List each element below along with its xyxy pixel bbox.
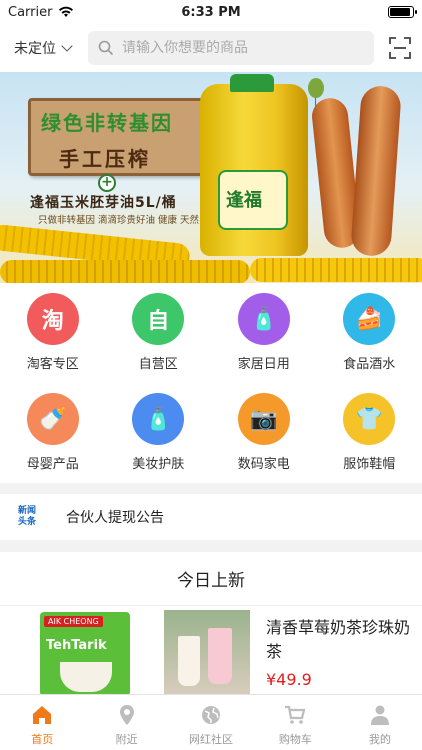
- news-tag-line2: 头条: [18, 517, 37, 527]
- category-label: 服饰鞋帽: [343, 457, 396, 472]
- bread-image: [350, 84, 402, 258]
- product-image-tehtarik[interactable]: AIK CHEONG TehTarik: [40, 612, 130, 696]
- scan-button[interactable]: [388, 36, 412, 60]
- category-glyph: 👕: [355, 406, 383, 432]
- scan-icon: [389, 37, 411, 59]
- tab-item[interactable]: 我的: [338, 695, 422, 750]
- chevron-down-icon: [61, 40, 73, 52]
- search-bar[interactable]: [88, 31, 374, 65]
- category-label: 食品酒水: [343, 357, 396, 372]
- banner-sign: 绿色非转基因 手工压榨: [28, 98, 206, 176]
- location-selector[interactable]: 未定位: [14, 38, 88, 58]
- wifi-icon: [59, 6, 74, 17]
- news-tag-line1: 新闻: [18, 506, 37, 516]
- self-operated-icon: 自: [132, 293, 185, 345]
- category-label: 自营区: [138, 357, 178, 372]
- news-tag: 新闻 头条: [18, 506, 44, 528]
- news-ticker[interactable]: 新闻 头条 合伙人提现公告: [0, 494, 422, 540]
- home-icon: [33, 706, 52, 724]
- news-text: 合伙人提现公告: [66, 510, 164, 526]
- clock: 6:33 PM: [181, 4, 241, 20]
- tab-label: 我的: [368, 733, 391, 746]
- product-price: ¥49.9: [266, 670, 312, 689]
- category-label: 母婴产品: [26, 457, 79, 472]
- tab-label: 网红社区: [189, 733, 234, 746]
- corn-image: [0, 260, 250, 283]
- category-item[interactable]: 🍰 食品酒水: [317, 293, 422, 393]
- food-icon: 🍰: [343, 293, 396, 345]
- cart-icon: [285, 705, 306, 724]
- globe-icon: [202, 706, 221, 724]
- bottle-label: 逢福: [218, 170, 288, 230]
- banner-sign-line1: 绿色非转基因: [41, 111, 173, 135]
- tab-label: 首页: [31, 733, 54, 746]
- bottom-tab-bar: 首页 附近 网红社区 购物车 我的: [0, 694, 422, 750]
- category-label: 数码家电: [237, 457, 290, 472]
- person-icon: [370, 705, 389, 725]
- product-image-milk-tea[interactable]: [164, 610, 250, 696]
- banner-tagline: 只做非转基因 滴滴珍贵好油 健康 天然: [38, 215, 200, 226]
- bottle-cap: [230, 74, 274, 92]
- plus-icon: +: [98, 174, 116, 192]
- category-item[interactable]: 淘淘客专区: [0, 293, 106, 393]
- status-left: Carrier: [8, 5, 74, 20]
- category-item[interactable]: 🍼 母婴产品: [0, 393, 106, 493]
- app-screen: Carrier 6:33 PM 未定位 请输入你想要的商品 绿色非转基因 手工压…: [0, 0, 422, 750]
- product-title[interactable]: 清香草莓奶茶珍珠奶茶: [266, 616, 416, 664]
- category-label: 淘客专区: [26, 357, 79, 372]
- glass-image: [178, 636, 200, 686]
- category-item[interactable]: 👕 服饰鞋帽: [317, 393, 422, 493]
- top-nav: 未定位: [0, 24, 422, 72]
- location-pin-icon: [119, 705, 134, 725]
- category-glyph: 🧴: [250, 306, 278, 332]
- search-input[interactable]: [122, 40, 352, 56]
- battery-icon: [388, 6, 417, 18]
- glass-image: [208, 628, 232, 684]
- category-glyph: 🍼: [39, 406, 67, 432]
- banner-sign-line2: 手工压榨: [59, 147, 151, 171]
- category-item[interactable]: 自自营区: [106, 293, 212, 393]
- tab-item[interactable]: 购物车: [253, 695, 337, 750]
- battery-fill: [390, 8, 410, 16]
- balloon-decoration: [308, 78, 324, 108]
- carrier-label: Carrier: [8, 4, 53, 20]
- tab-label: 购物车: [278, 733, 312, 746]
- category-item[interactable]: 🧴 家居日用: [211, 293, 317, 393]
- category-grid: 淘淘客专区自自营区 🧴 家居日用 🍰 食品酒水 🍼 母婴产品 🧴 美妆护肤 📷 数码家电 👕 服饰鞋帽: [0, 283, 422, 483]
- corn-image: [250, 258, 422, 282]
- tab-item[interactable]: 首页: [0, 695, 84, 750]
- cosmetics-icon: 🧴: [132, 393, 185, 445]
- status-bar: Carrier 6:33 PM: [0, 0, 422, 24]
- bottle-brand: 逢福: [226, 190, 262, 211]
- tab-label: 附近: [115, 733, 138, 746]
- category-glyph: 📷: [250, 406, 278, 432]
- search-icon: [98, 40, 114, 56]
- household-icon: 🧴: [237, 293, 290, 345]
- section-title: 今日上新: [0, 552, 422, 606]
- category-glyph: 🍰: [355, 306, 383, 332]
- banner-product-title: 逢福玉米胚芽油5L/桶: [30, 195, 177, 211]
- product-name: TehTarik: [46, 638, 107, 653]
- tab-item[interactable]: 附近: [84, 695, 168, 750]
- category-item[interactable]: 📷 数码家电: [211, 393, 317, 493]
- location-label: 未定位: [14, 41, 56, 57]
- taoke-icon: 淘: [26, 293, 79, 345]
- clothing-icon: 👕: [343, 393, 396, 445]
- tab-item[interactable]: 网红社区: [169, 695, 253, 750]
- category-item[interactable]: 🧴 美妆护肤: [106, 393, 212, 493]
- category-label: 家居日用: [237, 357, 290, 372]
- product-brand-logo: AIK CHEONG: [44, 616, 103, 627]
- category-glyph: 淘: [41, 309, 64, 334]
- category-glyph: 🧴: [144, 406, 172, 432]
- digital-icon: 📷: [237, 393, 290, 445]
- cup-image: [60, 662, 112, 692]
- baby-icon: 🍼: [26, 393, 79, 445]
- category-glyph: 自: [147, 309, 170, 334]
- promo-banner[interactable]: 绿色非转基因 手工压榨 + 逢福玉米胚芽油5L/桶 只做非转基因 滴滴珍贵好油 …: [0, 72, 422, 283]
- category-label: 美妆护肤: [132, 457, 185, 472]
